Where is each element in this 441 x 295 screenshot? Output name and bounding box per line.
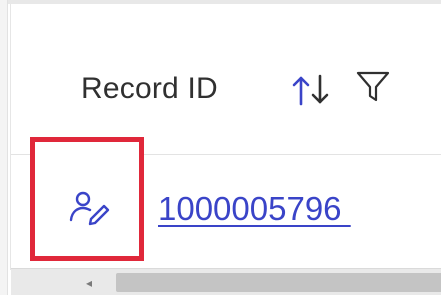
column-header-record-id: Record ID: [81, 72, 218, 105]
assign-user-edit-icon[interactable]: [67, 188, 113, 228]
sort-up-down-icon[interactable]: [289, 70, 333, 110]
scrollbar-thumb[interactable]: [116, 273, 441, 292]
horizontal-scrollbar[interactable]: ◂: [11, 268, 441, 295]
table-screenshot: Record ID 1000005796 ◂: [0, 0, 441, 295]
record-id-link[interactable]: 1000005796: [158, 190, 351, 228]
table-header-row: Record ID: [11, 4, 441, 155]
filter-funnel-icon[interactable]: [355, 69, 391, 105]
chevron-left-icon[interactable]: ◂: [81, 275, 97, 291]
left-rail: [0, 0, 8, 295]
